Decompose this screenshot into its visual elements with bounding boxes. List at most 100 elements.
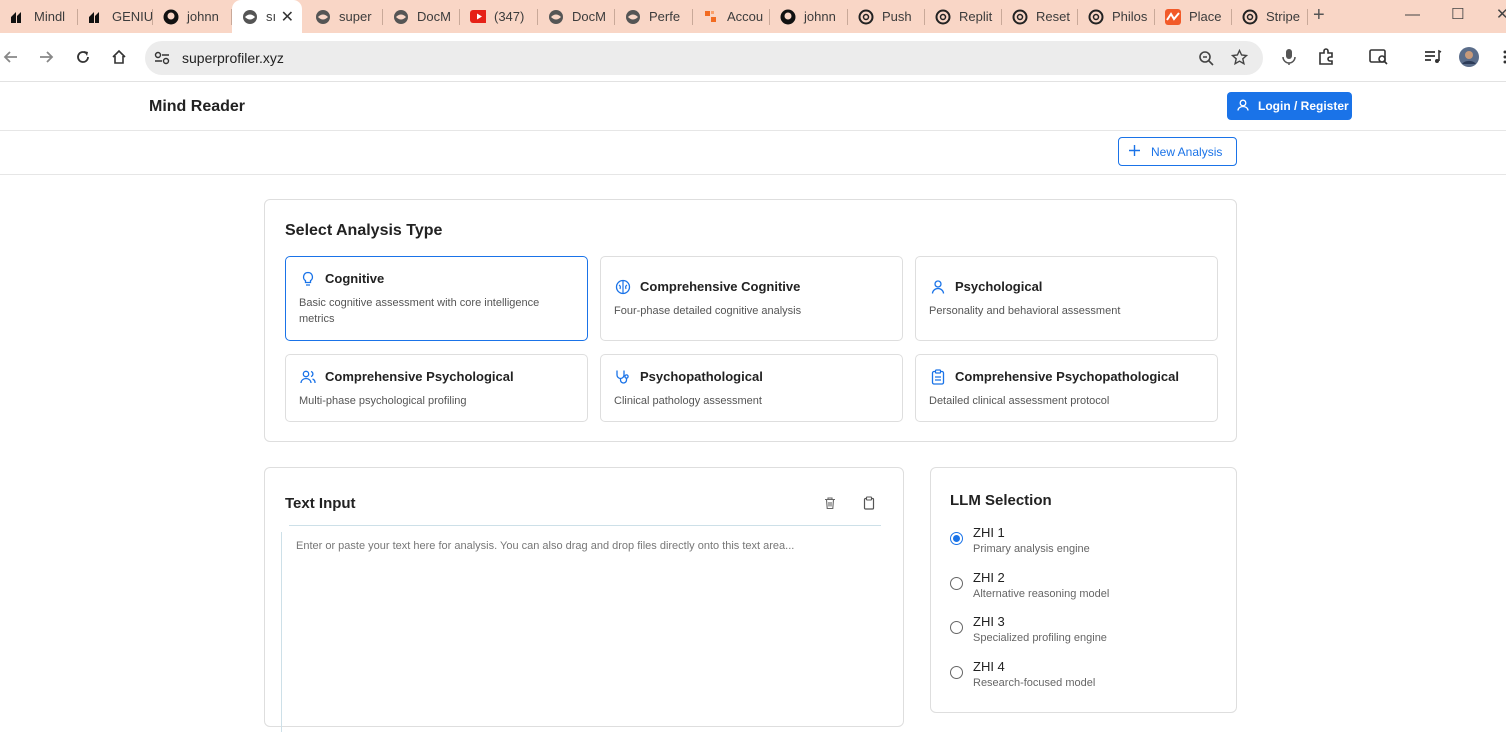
browser-tab[interactable]: Push bbox=[848, 0, 925, 33]
home-icon[interactable] bbox=[108, 46, 130, 68]
browser-tab[interactable]: Stripe bbox=[1232, 0, 1308, 33]
new-tab-plus-icon[interactable]: + bbox=[1313, 4, 1325, 27]
browser-tab[interactable]: Accou bbox=[693, 0, 770, 33]
minimize-icon[interactable]: — bbox=[1405, 6, 1420, 23]
radio-button[interactable] bbox=[950, 666, 963, 679]
forward-arrow-icon[interactable] bbox=[35, 46, 57, 68]
url-text: superprofiler.xyz bbox=[182, 50, 284, 66]
analysis-card-comprehensive-psychopathological[interactable]: Comprehensive Psychopathological Detaile… bbox=[915, 354, 1218, 422]
analysis-type-title: Select Analysis Type bbox=[285, 222, 442, 240]
text-input-placeholder: Enter or paste your text here for analys… bbox=[296, 540, 794, 552]
llm-option-zhi-1[interactable]: ZHI 1 Primary analysis engine bbox=[950, 525, 1210, 563]
microphone-icon[interactable] bbox=[1278, 46, 1300, 68]
tab-strip: Mindl GENIU johnn sı ✕ super DocM (347) … bbox=[0, 0, 1506, 33]
globe-icon bbox=[548, 9, 564, 25]
media-control-icon[interactable] bbox=[1422, 46, 1444, 68]
openai-icon bbox=[1242, 9, 1258, 25]
users-icon bbox=[300, 369, 316, 385]
brand-title[interactable]: Mind Reader bbox=[149, 98, 245, 116]
llm-option-zhi-3[interactable]: ZHI 3 Specialized profiling engine bbox=[950, 614, 1210, 652]
browser-tab[interactable]: (347) bbox=[460, 0, 538, 33]
login-register-button[interactable]: Login / Register bbox=[1227, 92, 1352, 120]
analysis-card-psychopathological[interactable]: Psychopathological Clinical pathology as… bbox=[600, 354, 903, 422]
text-input-area[interactable]: Enter or paste your text here for analys… bbox=[281, 532, 889, 732]
llm-option-desc: Alternative reasoning model bbox=[973, 588, 1109, 600]
browser-tab[interactable]: Place bbox=[1155, 0, 1232, 33]
browser-tab[interactable]: johnn bbox=[770, 0, 848, 33]
analysis-card-title: Psychopathological bbox=[640, 369, 763, 384]
browser-tab[interactable]: Perfe bbox=[615, 0, 693, 33]
more-menu-icon[interactable] bbox=[1494, 46, 1506, 68]
tab-title: DocM bbox=[417, 9, 451, 24]
radio-button[interactable] bbox=[950, 532, 963, 545]
analysis-card-title: Cognitive bbox=[325, 271, 384, 286]
user-icon bbox=[1237, 99, 1249, 114]
llm-option-desc: Primary analysis engine bbox=[973, 543, 1090, 555]
new-analysis-button[interactable]: New Analysis bbox=[1118, 137, 1237, 166]
analysis-card-comprehensive-psychological[interactable]: Comprehensive Psychological Multi-phase … bbox=[285, 354, 588, 422]
llm-selection-title: LLM Selection bbox=[950, 492, 1052, 509]
openai-icon bbox=[935, 9, 951, 25]
browser-toolbar: superprofiler.xyz bbox=[0, 33, 1506, 82]
analysis-card-desc: Detailed clinical assessment protocol bbox=[929, 393, 1205, 409]
llm-option-name: ZHI 2 bbox=[973, 570, 1005, 585]
tab-title: Place bbox=[1189, 9, 1222, 24]
zoom-icon[interactable] bbox=[1198, 50, 1214, 71]
browser-tab[interactable]: Philos bbox=[1078, 0, 1155, 33]
browser-tab[interactable]: GENIU bbox=[78, 0, 153, 33]
analysis-card-cognitive[interactable]: Cognitive Basic cognitive assessment wit… bbox=[285, 256, 588, 341]
analysis-card-desc: Four-phase detailed cognitive analysis bbox=[614, 303, 890, 319]
bookmark-star-icon[interactable] bbox=[1231, 49, 1248, 71]
globe-icon bbox=[242, 9, 258, 25]
analysis-card-title: Comprehensive Psychological bbox=[325, 369, 514, 384]
extensions-puzzle-icon[interactable] bbox=[1315, 46, 1337, 68]
llm-option-zhi-4[interactable]: ZHI 4 Research-focused model bbox=[950, 659, 1210, 697]
llm-option-desc: Specialized profiling engine bbox=[973, 632, 1107, 644]
llm-option-name: ZHI 1 bbox=[973, 525, 1005, 540]
tab-title: (347) bbox=[494, 9, 524, 24]
browser-tab[interactable]: Reset bbox=[1002, 0, 1078, 33]
site-settings-icon[interactable] bbox=[154, 50, 170, 71]
user-icon bbox=[930, 279, 946, 295]
trash-icon[interactable] bbox=[823, 496, 837, 510]
analysis-card-comprehensive-cognitive[interactable]: Comprehensive Cognitive Four-phase detai… bbox=[600, 256, 903, 341]
browser-tab-active[interactable]: sı ✕ bbox=[232, 0, 302, 33]
browser-tab[interactable]: johnn bbox=[153, 0, 232, 33]
llm-option-name: ZHI 3 bbox=[973, 614, 1005, 629]
tab-title: GENIU bbox=[112, 9, 153, 24]
browser-tab[interactable]: DocM bbox=[538, 0, 615, 33]
tab-title: Stripe bbox=[1266, 9, 1300, 24]
tab-title: Push bbox=[882, 9, 912, 24]
browser-tab[interactable]: Mindl bbox=[0, 0, 78, 33]
globe-icon bbox=[315, 9, 331, 25]
analysis-card-desc: Multi-phase psychological profiling bbox=[299, 393, 575, 409]
radio-button[interactable] bbox=[950, 621, 963, 634]
analysis-type-panel: Select Analysis Type Cognitive Basic cog… bbox=[264, 199, 1237, 442]
tab-search-icon[interactable] bbox=[1368, 46, 1390, 68]
avatar[interactable] bbox=[1458, 46, 1480, 68]
browser-tab[interactable]: DocM bbox=[383, 0, 460, 33]
radio-button[interactable] bbox=[950, 577, 963, 590]
tab-title: Replit bbox=[959, 9, 992, 24]
tab-title: johnn bbox=[804, 9, 836, 24]
clipboard-icon bbox=[930, 369, 946, 385]
globe-icon bbox=[625, 9, 641, 25]
address-bar[interactable]: superprofiler.xyz bbox=[145, 41, 1263, 75]
llm-selection-panel: LLM Selection ZHI 1 Primary analysis eng… bbox=[930, 467, 1237, 713]
close-icon[interactable]: ✕ bbox=[281, 7, 294, 27]
globe-icon bbox=[393, 9, 409, 25]
browser-tab[interactable]: Replit bbox=[925, 0, 1002, 33]
llm-option-zhi-2[interactable]: ZHI 2 Alternative reasoning model bbox=[950, 570, 1210, 608]
maximize-icon[interactable]: ☐ bbox=[1451, 5, 1464, 23]
tab-title: super bbox=[339, 9, 372, 24]
clipboard-paste-icon[interactable] bbox=[862, 496, 876, 510]
tab-title: Reset bbox=[1036, 9, 1070, 24]
analysis-card-title: Psychological bbox=[955, 279, 1042, 294]
github-icon bbox=[163, 9, 179, 25]
close-window-icon[interactable]: ✕ bbox=[1496, 5, 1506, 23]
tab-title: Mindl bbox=[34, 9, 65, 24]
browser-tab[interactable]: super bbox=[305, 0, 383, 33]
back-arrow-icon[interactable] bbox=[0, 46, 22, 68]
reload-icon[interactable] bbox=[72, 46, 94, 68]
analysis-card-psychological[interactable]: Psychological Personality and behavioral… bbox=[915, 256, 1218, 341]
